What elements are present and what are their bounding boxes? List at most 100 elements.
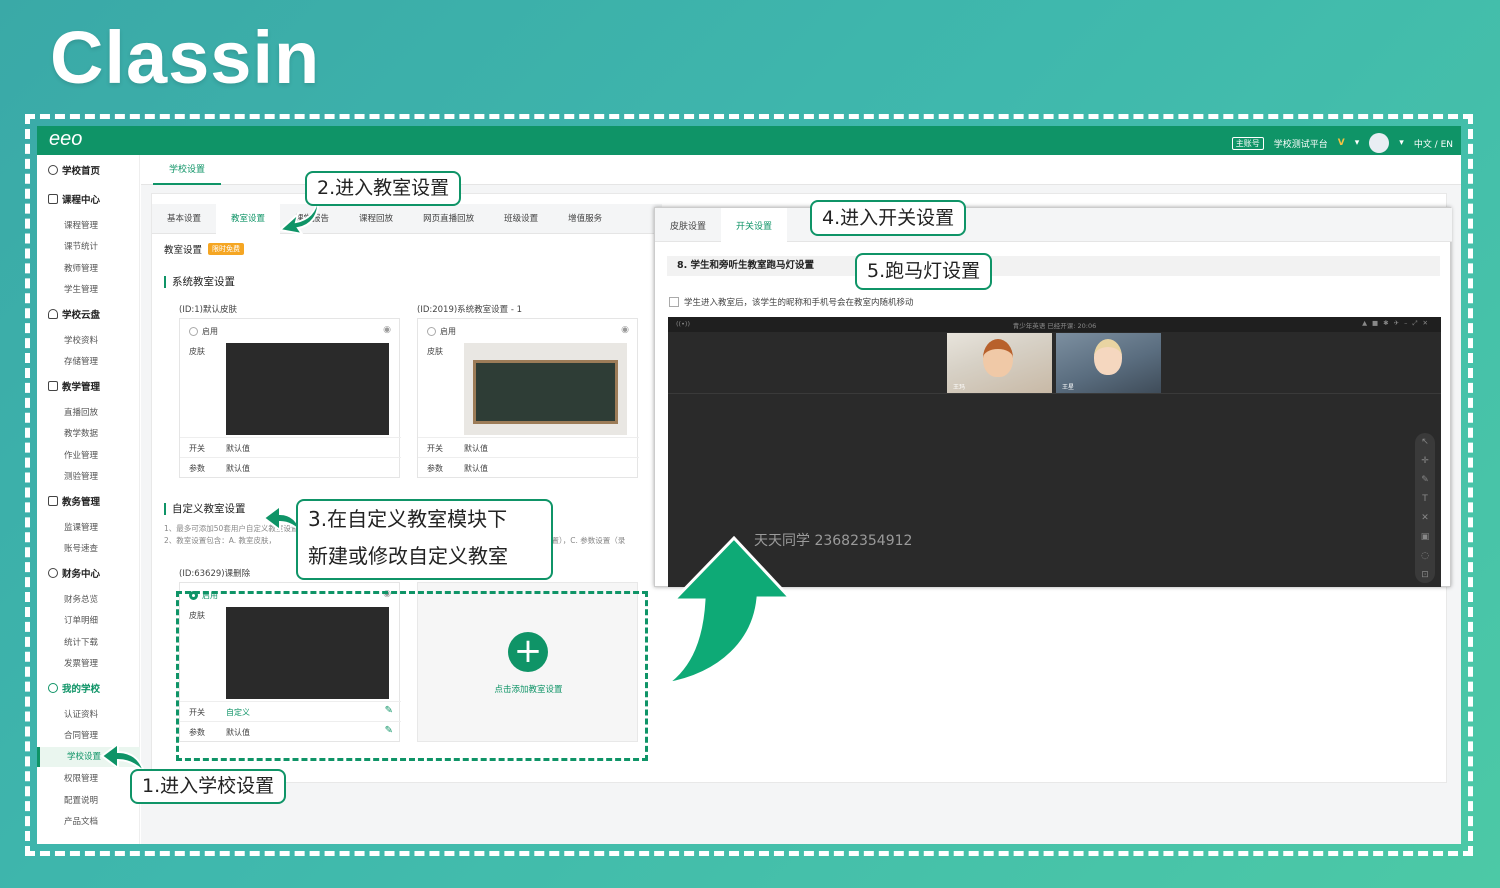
panel-tabs: 皮肤设置 开关设置 xyxy=(655,208,1452,242)
skin-card-system[interactable]: 启用 ◉ 皮肤 开关 默认值 参数 默认值 xyxy=(417,318,639,478)
custom-selection-highlight xyxy=(176,591,648,761)
sidebar-item[interactable]: 账号速查 xyxy=(64,542,98,554)
callout-step3: 3.在自定义教室模块下 新建或修改自定义教室 xyxy=(296,499,553,580)
sidebar-item[interactable]: 学生管理 xyxy=(64,283,98,295)
student-video xyxy=(1094,339,1122,375)
sidebar-section-course[interactable]: 课程中心 xyxy=(48,192,100,206)
note-line: 2、教室设置包含：A. 教室皮肤， xyxy=(164,536,277,545)
sidebar-item[interactable]: 权限管理 xyxy=(64,772,98,784)
sidebar-item[interactable]: 学校资料 xyxy=(64,334,98,346)
money-icon xyxy=(48,568,58,578)
param-value: 默认值 xyxy=(464,464,488,473)
sidebar-item[interactable]: 认证资料 xyxy=(64,708,98,720)
skin-label: 皮肤 xyxy=(189,347,205,356)
video-name: 王星 xyxy=(1062,384,1075,391)
callout-step3-line2: 新建或修改自定义教室 xyxy=(308,544,508,568)
teacher-video xyxy=(983,339,1013,377)
classroom-settings-title: 教室设置 限时免费 xyxy=(164,242,245,256)
callout-step5: 5.跑马灯设置 xyxy=(855,253,993,290)
sidebar-section-teaching[interactable]: 教学管理 xyxy=(48,379,100,393)
classroom-titlebar: ((•)) 青少年英语 已经开课: 20:06 ▲■✱✈–⤢✕ xyxy=(668,317,1441,332)
chevron-down-icon[interactable]: ▾ xyxy=(1355,138,1360,148)
sidebar-item[interactable]: 产品文档 xyxy=(64,815,98,827)
sidebar-item[interactable]: 作业管理 xyxy=(64,449,98,461)
video-name: 王玛 xyxy=(953,384,966,391)
sidebar-item[interactable]: 统计下载 xyxy=(64,636,98,648)
skin-card-default[interactable]: 启用 ◉ 皮肤 开关 默认值 参数 默认值 xyxy=(179,318,401,478)
sidebar-item[interactable]: 教师管理 xyxy=(64,262,98,274)
tab-class[interactable]: 班级设置 xyxy=(489,204,553,234)
param-value: 默认值 xyxy=(226,464,250,473)
eye-icon[interactable]: ◉ xyxy=(621,325,629,335)
classin-logo: Classin xyxy=(50,16,321,99)
sidebar-item[interactable]: 财务总览 xyxy=(64,593,98,605)
cloud-icon xyxy=(48,309,58,319)
tab-basic[interactable]: 基本设置 xyxy=(152,204,216,234)
tab-classroom[interactable]: 教室设置 xyxy=(216,204,281,234)
tab-skin-settings[interactable]: 皮肤设置 xyxy=(655,208,721,242)
marquee-checkbox[interactable] xyxy=(669,297,679,307)
skin-name: (ID:63629)课删除 xyxy=(179,569,251,579)
enable-radio[interactable] xyxy=(189,327,198,336)
skin-name: (ID:1)默认皮肤 xyxy=(179,305,237,315)
sidebar-item[interactable]: 课节统计 xyxy=(64,240,98,252)
marquee-option[interactable]: 学生进入教室后，该学生的昵称和手机号会在教室内随机移动 xyxy=(669,296,914,308)
callout-step4: 4.进入开关设置 xyxy=(810,200,967,236)
tab-school-settings[interactable]: 学校设置 xyxy=(153,155,221,185)
sidebar-section-cloud[interactable]: 学校云盘 xyxy=(48,307,100,321)
sidebar-item[interactable]: 存储管理 xyxy=(64,355,98,367)
grid-icon xyxy=(48,496,58,506)
skin-thumbnail xyxy=(464,343,627,435)
chevron-down-icon[interactable]: ▾ xyxy=(1399,138,1404,148)
sidebar-section-academic[interactable]: 教务管理 xyxy=(48,494,100,508)
switch-settings-panel: 皮肤设置 开关设置 8. 学生和旁听生教室跑马灯设置 学生进入教室后，该学生的昵… xyxy=(654,207,1452,587)
marquee-section-title: 8. 学生和旁听生教室跑马灯设置 xyxy=(667,256,1440,276)
sidebar-item[interactable]: 订单明细 xyxy=(64,614,98,626)
sidebar-item[interactable]: 课程管理 xyxy=(64,219,98,231)
school-icon xyxy=(48,683,58,693)
classroom-title: 青少年英语 已经开课: 20:06 xyxy=(1012,322,1097,330)
language-switch[interactable]: 中文 / EN xyxy=(1414,137,1453,150)
sidebar-item[interactable]: 直播回放 xyxy=(64,406,98,418)
system-classroom-title: 系统教室设置 xyxy=(164,276,235,288)
tab-value-added[interactable]: 增值服务 xyxy=(553,204,617,234)
tab-web-playback[interactable]: 网页直播回放 xyxy=(408,204,489,234)
school-name[interactable]: 学校测试平台 xyxy=(1274,137,1328,150)
home-icon xyxy=(48,165,58,175)
eeo-logo: eeo xyxy=(49,128,83,150)
switch-value: 默认值 xyxy=(464,444,488,453)
marquee-checkbox-label: 学生进入教室后，该学生的昵称和手机号会在教室内随机移动 xyxy=(684,298,914,308)
sidebar-item[interactable]: 测验管理 xyxy=(64,470,98,482)
sidebar-item[interactable]: 配置说明 xyxy=(64,794,98,806)
whiteboard-toolbar[interactable]: ↖ ✛ ✎ T ✕ ▣ ◌ ⊡ xyxy=(1415,433,1435,583)
sidebar-section-school[interactable]: 我的学校 xyxy=(48,681,100,695)
callout-step2: 2.进入教室设置 xyxy=(305,171,462,206)
window-controls-icon[interactable]: ▲■✱✈–⤢✕ xyxy=(1362,319,1433,328)
skin-name: (ID:2019)系统教室设置 - 1 xyxy=(417,305,523,315)
sidebar-item[interactable]: 合同管理 xyxy=(64,729,98,741)
skin-label: 皮肤 xyxy=(427,347,443,356)
blackboard-image xyxy=(473,360,618,424)
calendar-icon xyxy=(48,194,58,204)
sidebar-item[interactable]: 教学数据 xyxy=(64,427,98,439)
param-label: 参数 xyxy=(427,464,443,473)
switch-label: 开关 xyxy=(427,444,443,453)
account-badge: 主账号 xyxy=(1231,136,1264,150)
sidebar-section-home[interactable]: 学校首页 xyxy=(48,163,100,177)
divider xyxy=(668,393,1441,394)
sidebar-item[interactable]: 发票管理 xyxy=(64,657,98,669)
sidebar-section-finance[interactable]: 财务中心 xyxy=(48,566,100,580)
big-curved-arrow-icon xyxy=(665,536,794,686)
enable-radio[interactable] xyxy=(427,327,436,336)
video-tile-teacher: 王玛 xyxy=(947,333,1052,393)
eye-icon[interactable]: ◉ xyxy=(383,325,391,335)
tab-switch-settings[interactable]: 开关设置 xyxy=(721,208,788,242)
vip-icon: V xyxy=(1337,138,1345,148)
avatar[interactable] xyxy=(1369,133,1390,153)
settings-subtabs: 基本设置 教室设置 课堂报告 课程回放 网页直播回放 班级设置 增值服务 xyxy=(152,204,662,234)
tab-playback[interactable]: 课程回放 xyxy=(344,204,408,234)
switch-value: 默认值 xyxy=(226,444,250,453)
callout-step3-line1: 3.在自定义教室模块下 xyxy=(308,507,508,531)
param-label: 参数 xyxy=(189,464,205,473)
sidebar-item[interactable]: 监课管理 xyxy=(64,521,98,533)
